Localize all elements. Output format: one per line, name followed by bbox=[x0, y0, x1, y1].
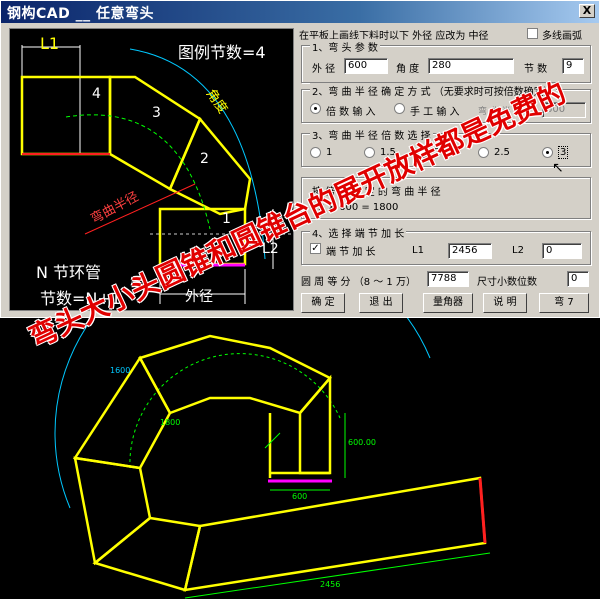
group-computed-radius: 按 倍 数 确 定 的 弯 曲 半 径 3 × 600 = 1800 bbox=[301, 177, 591, 219]
group-multiple-select: 3、弯 曲 半 径 倍 数 选 择 1 1.5 2 2.5 3 ↖ bbox=[301, 127, 591, 176]
size-decimal-label: 尺寸小数位数 bbox=[477, 277, 537, 288]
multiline-label: 多线画弧 bbox=[542, 31, 582, 42]
cad-dim-radius: 1800 bbox=[160, 418, 181, 427]
group2-title: 2、弯 曲 半 径 确 定 方 式 （无要求时可按倍数确定） bbox=[310, 83, 556, 98]
group-end-extension: 4、选 择 端 节 加 长 ✓ 端 节 加 长 L1 2456 L2 0 bbox=[301, 225, 591, 265]
count-label: 节 数 bbox=[524, 64, 548, 75]
end-extension-label: 端 节 加 长 bbox=[326, 247, 376, 258]
count-label: 节数=N+1 bbox=[40, 289, 121, 308]
circle-division-label: 圆 周 等 分 （8 ～ 1 万） bbox=[301, 277, 416, 288]
computed-formula: 3 × 600 = 1800 bbox=[318, 202, 399, 213]
unfolded-elbow-drawing bbox=[54, 318, 491, 599]
title-bar[interactable]: 钢构CAD __ 任意弯头 X bbox=[1, 1, 599, 23]
l1-input[interactable]: 2456 bbox=[448, 243, 492, 259]
radio-multiple-3[interactable] bbox=[542, 147, 553, 158]
radio-manual-label: 手 工 输 入 bbox=[410, 107, 460, 118]
circle-division-input[interactable]: 7788 bbox=[427, 271, 469, 287]
bend-button[interactable]: 弯 7 bbox=[539, 293, 589, 313]
end-extension-checkbox[interactable]: ✓ bbox=[310, 243, 321, 254]
radio-multiple-2[interactable] bbox=[418, 147, 429, 158]
group-elbow-params: 1、弯 头 参 数 外 径 600 角 度 280 节 数 9 bbox=[301, 39, 591, 83]
segment-number-3: 3 bbox=[152, 105, 161, 121]
l2-input[interactable]: 0 bbox=[542, 243, 582, 259]
cad-drawing-area[interactable]: 2456 600 1800 1600 600.00 bbox=[0, 318, 600, 599]
close-button[interactable]: X bbox=[579, 4, 595, 18]
radio-multiple-1-label: 1 bbox=[326, 147, 333, 158]
l1-label: L1 bbox=[40, 34, 60, 53]
diameter-input[interactable]: 600 bbox=[344, 58, 388, 74]
ok-button[interactable]: 确 定 bbox=[301, 293, 345, 313]
group1-title: 1、弯 头 参 数 bbox=[310, 39, 380, 54]
multiline-checkbox[interactable] bbox=[527, 28, 538, 39]
group3-title: 3、弯 曲 半 径 倍 数 选 择 bbox=[310, 127, 433, 142]
radio-multiple-2-5[interactable] bbox=[478, 147, 489, 158]
radio-multiple-1-5-label: 1.5 bbox=[380, 147, 396, 158]
angle-input[interactable]: 280 bbox=[428, 58, 514, 74]
size-decimal-input[interactable]: 0 bbox=[567, 271, 589, 287]
segment-number-1: 1 bbox=[222, 211, 231, 227]
l2-field-label: L2 bbox=[512, 245, 524, 256]
count-input[interactable]: 9 bbox=[562, 58, 584, 74]
radio-multiple-1-5[interactable] bbox=[364, 147, 375, 158]
radio-multiple-3-label: 3 bbox=[558, 146, 569, 159]
elbow-preview: L1 图例节数=4 角度 弯曲半径 L2 N 节环管 节数=N+1 外径 1 2… bbox=[9, 28, 295, 311]
radio-multiple-2-label: 2 bbox=[434, 147, 441, 158]
diameter-label: 外 径 bbox=[312, 64, 336, 75]
diameter-label: 外径 bbox=[185, 289, 213, 305]
radio-multiple-2-5-label: 2.5 bbox=[494, 147, 510, 158]
l2-label: L2 bbox=[262, 241, 279, 257]
legend-label: 图例节数=4 bbox=[178, 43, 266, 62]
dialog-window: 钢构CAD __ 任意弯头 X L1 图例节数=4 角度 弯曲半径 L2 N 节… bbox=[0, 0, 600, 318]
parameter-panel: 在平板上画线下料时以下 外径 应改为 中径 多线画弧 1、弯 头 参 数 外 径… bbox=[297, 25, 597, 315]
angle-label: 角 度 bbox=[396, 64, 420, 75]
manual-radius-label: 弯 曲 半 径 bbox=[478, 107, 523, 117]
segment-number-2: 2 bbox=[200, 151, 209, 167]
cad-dim-small: 600 bbox=[292, 492, 308, 501]
exit-button[interactable]: 退 出 bbox=[359, 293, 403, 313]
group4-title: 4、选 择 端 节 加 长 bbox=[310, 225, 407, 240]
cad-dim-r2: 1600 bbox=[110, 366, 131, 375]
mouse-cursor-icon: ↖ bbox=[552, 160, 564, 176]
cad-dim-side: 600.00 bbox=[348, 438, 376, 447]
group-radius-mode: 2、弯 曲 半 径 确 定 方 式 （无要求时可按倍数确定） 倍 数 输 入 手… bbox=[301, 83, 591, 123]
angle-tool-button[interactable]: 量角器 bbox=[423, 293, 473, 313]
manual-radius-input[interactable]: 600 bbox=[542, 102, 586, 118]
segment-number-4: 4 bbox=[92, 86, 101, 102]
radio-multiple-label: 倍 数 输 入 bbox=[326, 107, 376, 118]
help-button[interactable]: 说 明 bbox=[483, 293, 527, 313]
window-title: 钢构CAD __ 任意弯头 bbox=[7, 6, 154, 22]
cad-dim-bottom: 2456 bbox=[320, 580, 341, 589]
radio-multiple[interactable] bbox=[310, 103, 321, 114]
computed-title: 按 倍 数 确 定 的 弯 曲 半 径 bbox=[312, 187, 441, 198]
ring-label: N 节环管 bbox=[36, 263, 102, 282]
l1-field-label: L1 bbox=[412, 245, 424, 256]
radio-manual[interactable] bbox=[394, 103, 405, 114]
radio-multiple-1[interactable] bbox=[310, 147, 321, 158]
